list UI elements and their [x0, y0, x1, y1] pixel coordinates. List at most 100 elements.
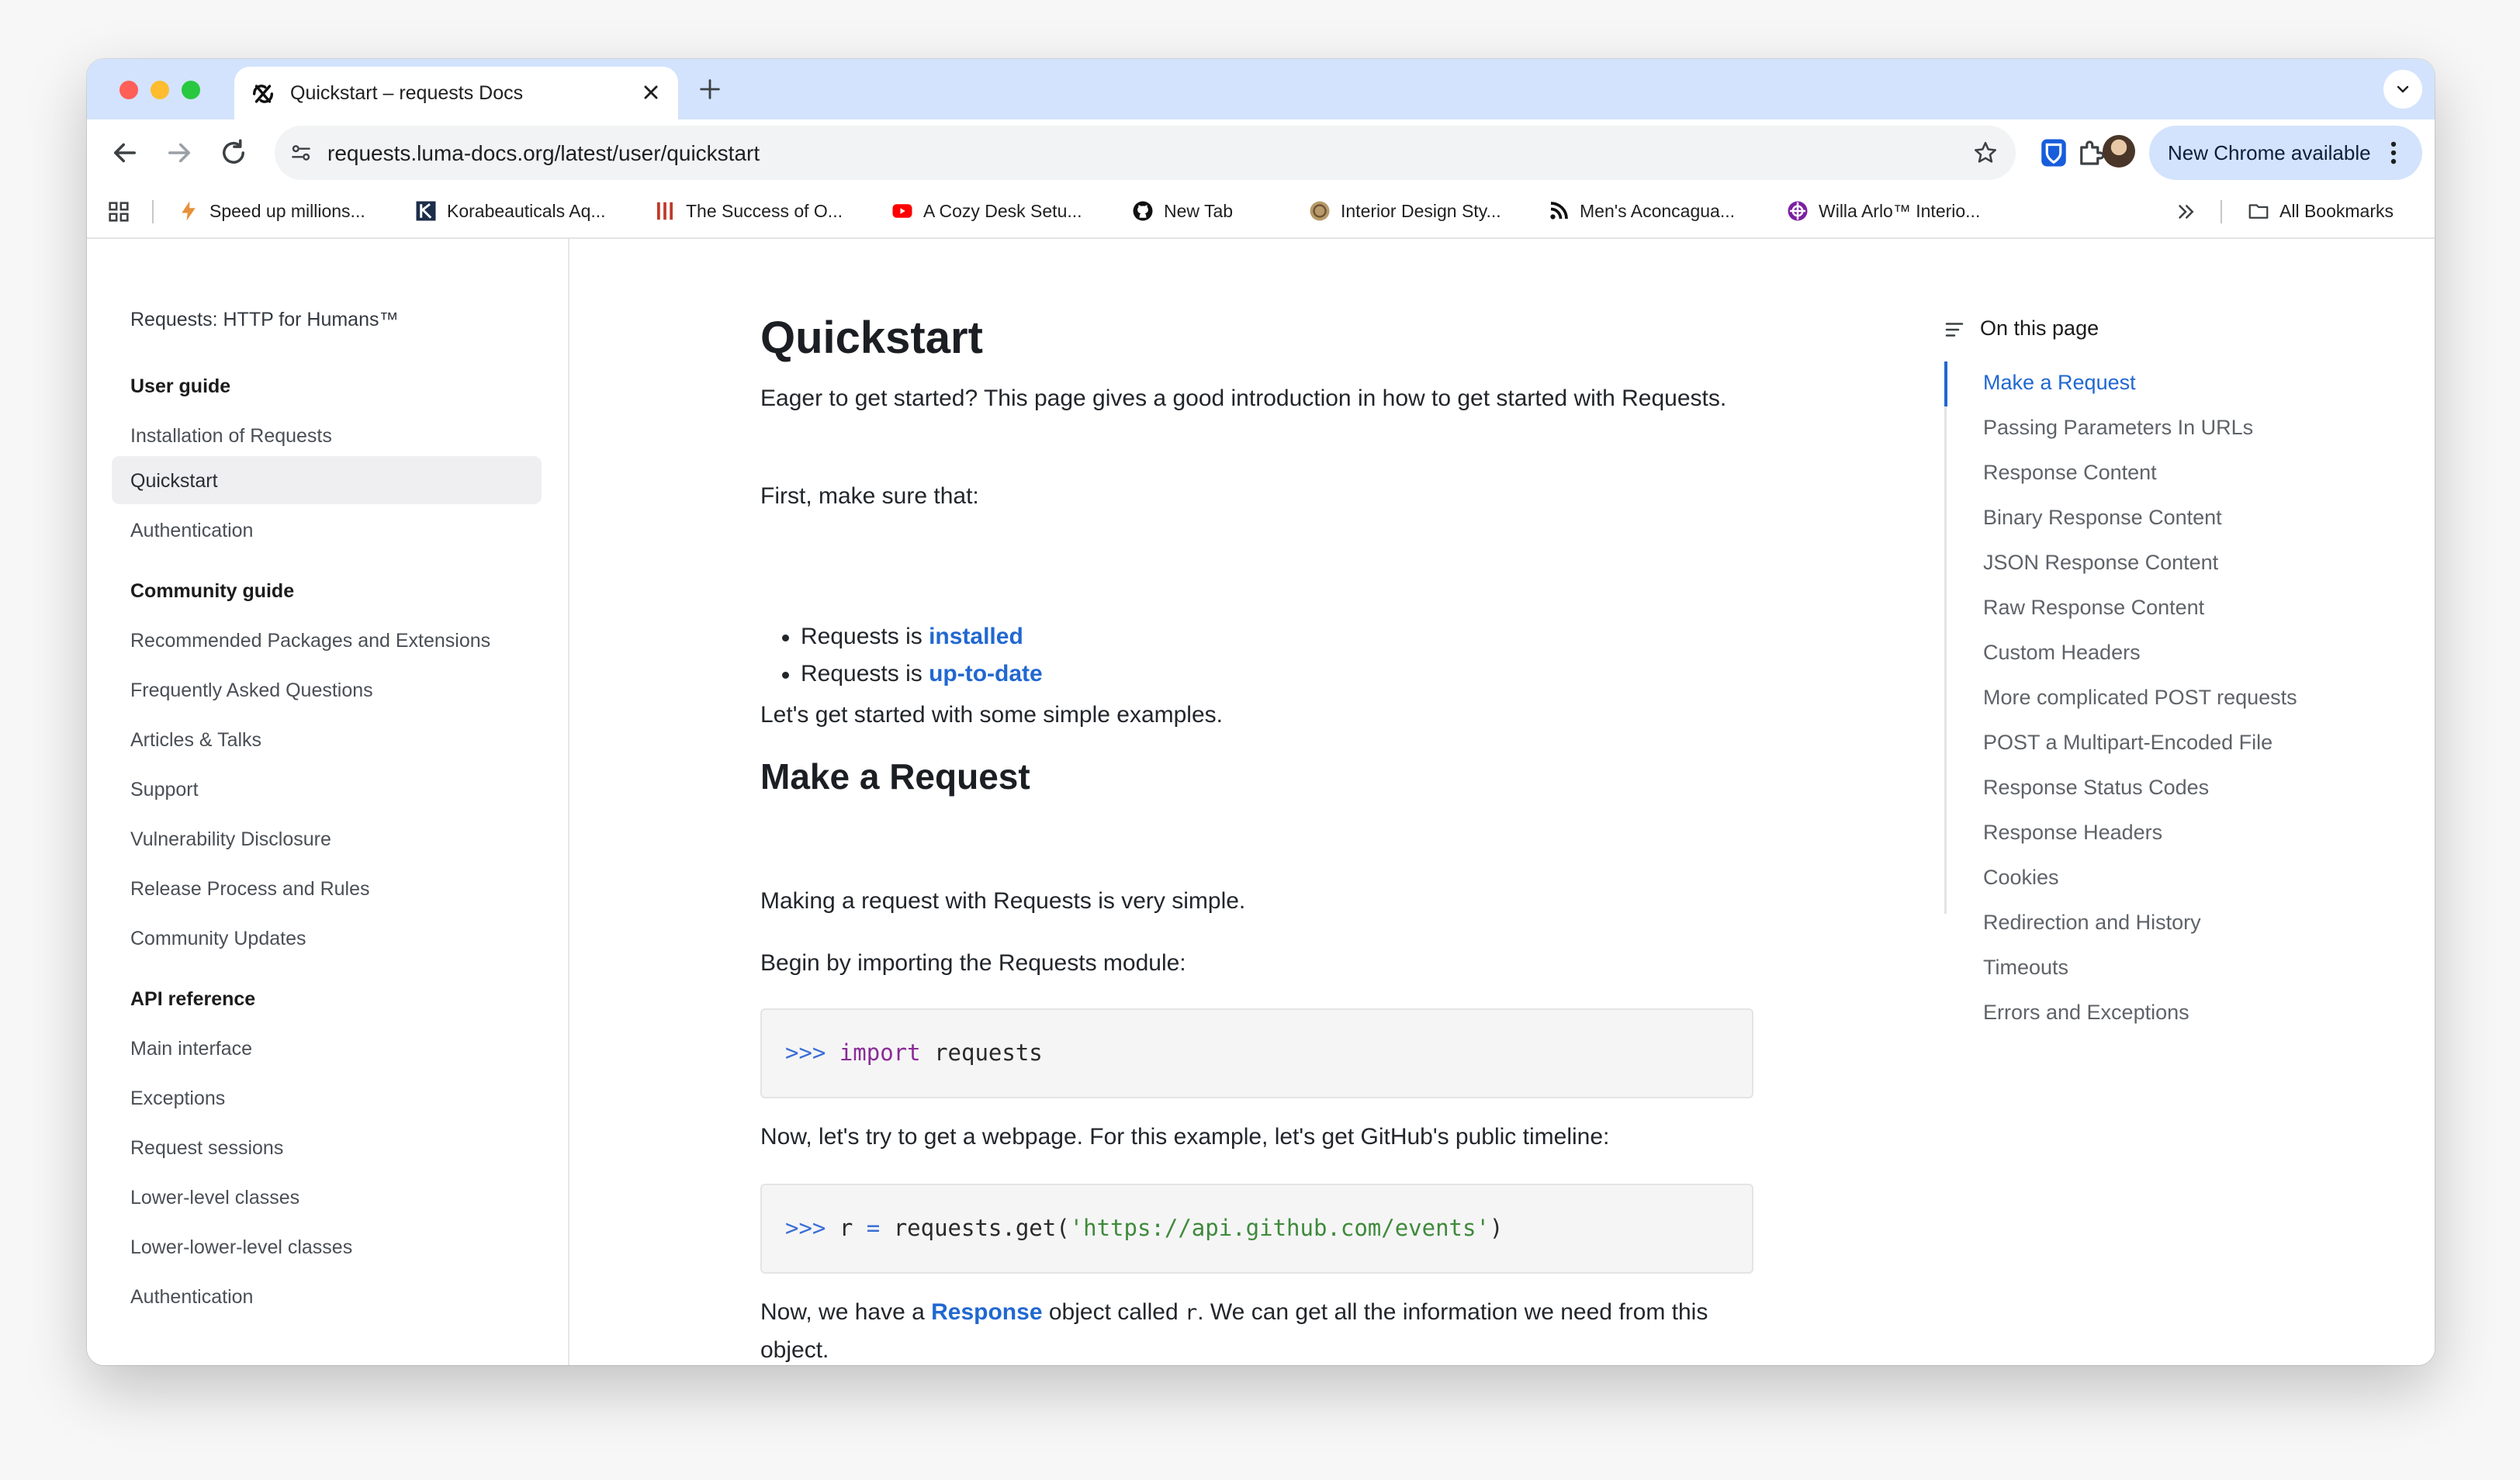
list-item: Requests is up-to-date — [782, 661, 1043, 686]
code-block-get[interactable]: >>> r = requests.get('https://api.github… — [760, 1184, 1753, 1274]
intro-paragraph: Eager to get started? This page gives a … — [760, 386, 1727, 411]
sidebar-item-exceptions[interactable]: Exceptions — [130, 1088, 225, 1110]
all-bookmarks-button[interactable]: All Bookmarks — [2247, 197, 2394, 225]
toc-item-response-content[interactable]: Response Content — [1983, 461, 2157, 485]
bookmark-star-icon[interactable] — [1972, 140, 1999, 166]
bookmark-item[interactable]: Men's Aconcagua... — [1547, 197, 1735, 225]
bookmark-item[interactable]: Speed up millions... — [177, 197, 365, 225]
sidebar-item-lower-level-classes[interactable]: Lower-level classes — [130, 1187, 299, 1209]
bookmarks-bar: Speed up millions... Korabeauticals Aq..… — [87, 186, 2435, 239]
youtube-icon — [892, 204, 912, 218]
bookmark-label: The Success of O... — [686, 200, 843, 221]
bookmarks-overflow-icon[interactable] — [2174, 200, 2197, 223]
minimize-window-button[interactable] — [151, 81, 169, 99]
sidebar-item-release-process[interactable]: Release Process and Rules — [130, 878, 370, 901]
new-chrome-available-button[interactable]: New Chrome available — [2149, 126, 2422, 180]
close-window-button[interactable] — [119, 81, 138, 99]
sidebar-item-lower-lower-level-classes[interactable]: Lower-lower-level classes — [130, 1236, 352, 1259]
bookmark-label: Interior Design Sty... — [1341, 200, 1501, 221]
tab-title: Quickstart – requests Docs — [290, 82, 524, 104]
profile-avatar[interactable] — [2103, 135, 2135, 168]
installed-link[interactable]: installed — [929, 624, 1023, 649]
tab-quickstart[interactable]: Quickstart – requests Docs — [234, 67, 678, 119]
sidebar-item-request-sessions[interactable]: Request sessions — [130, 1137, 283, 1160]
toc-item-response-headers[interactable]: Response Headers — [1983, 821, 2162, 845]
folder-icon — [2248, 204, 2269, 219]
forward-arrow-icon[interactable] — [163, 137, 196, 169]
url-text: requests.luma-docs.org/latest/user/quick… — [327, 141, 760, 165]
sidebar-item-main-interface[interactable]: Main interface — [130, 1038, 252, 1060]
section-heading-make-a-request: Make a Request — [760, 756, 1030, 797]
sidebar-item-support[interactable]: Support — [130, 779, 199, 801]
response-link[interactable]: Response — [931, 1299, 1042, 1325]
toc-active-indicator — [1944, 361, 1947, 406]
sidebar-item-installation[interactable]: Installation of Requests — [130, 425, 332, 448]
making-request-paragraph: Making a request with Requests is very s… — [760, 888, 1246, 914]
round-logo-icon — [1310, 201, 1330, 221]
tab-search-button[interactable] — [2383, 70, 2422, 109]
simple-examples-paragraph: Let's get started with some simple examp… — [760, 702, 1223, 728]
bookmark-item[interactable]: Korabeauticals Aq... — [414, 197, 606, 225]
reload-icon[interactable] — [217, 137, 250, 169]
sidebar-item-vulnerability[interactable]: Vulnerability Disclosure — [130, 828, 331, 851]
bookmarks-divider — [2221, 200, 2222, 223]
toolbar: requests.luma-docs.org/latest/user/quick… — [87, 119, 2435, 186]
list-lines-icon — [1945, 323, 1964, 337]
sidebar-item-community-updates[interactable]: Community Updates — [130, 928, 306, 950]
page-content: Requests: HTTP for Humans™ User guide In… — [87, 239, 2435, 1365]
apps-grid-icon[interactable] — [106, 199, 132, 225]
bookmark-label: Willa Arlo™ Interio... — [1819, 200, 1981, 221]
bookmark-item[interactable]: The Success of O... — [653, 197, 843, 225]
on-this-page-toc: On this page Make a Request Passing Para… — [1943, 239, 2408, 1365]
sidebar-heading-user-guide: User guide — [130, 375, 231, 397]
begin-import-paragraph: Begin by importing the Requests module: — [760, 950, 1186, 976]
bookmark-item[interactable]: Interior Design Sty... — [1308, 197, 1501, 225]
sidebar-heading-api-reference: API reference — [130, 988, 256, 1010]
toc-item-timeouts[interactable]: Timeouts — [1983, 956, 2068, 980]
bookmark-item[interactable]: Willa Arlo™ Interio... — [1786, 197, 1980, 225]
k-logo-icon — [416, 201, 436, 221]
sidebar-item-articles-talks[interactable]: Articles & Talks — [130, 729, 261, 752]
bitwarden-extension-icon[interactable] — [2037, 137, 2070, 169]
toc-item-status-codes[interactable]: Response Status Codes — [1983, 776, 2209, 800]
toc-title: On this page — [1980, 316, 2099, 340]
address-bar[interactable]: requests.luma-docs.org/latest/user/quick… — [275, 126, 2016, 180]
docs-brand-link[interactable]: Requests: HTTP for Humans™ — [130, 309, 398, 331]
toc-item-errors[interactable]: Errors and Exceptions — [1983, 1001, 2189, 1025]
bookmark-label: Men's Aconcagua... — [1580, 200, 1736, 221]
update-label: New Chrome available — [2168, 141, 2371, 164]
lightning-icon — [182, 201, 196, 221]
sidebar-item-recommended-packages[interactable]: Recommended Packages and Extensions — [130, 630, 490, 652]
bookmark-item[interactable]: New Tab — [1131, 197, 1233, 225]
bookmark-label: Speed up millions... — [209, 200, 365, 221]
toc-item-binary-response[interactable]: Binary Response Content — [1983, 506, 2222, 530]
docs-sidebar: Requests: HTTP for Humans™ User guide In… — [87, 239, 569, 1365]
code-block-import[interactable]: >>> import requests — [760, 1008, 1753, 1098]
globe-logo-icon — [1788, 201, 1808, 221]
new-tab-icon[interactable] — [697, 76, 723, 102]
all-bookmarks-label: All Bookmarks — [2279, 200, 2394, 221]
sidebar-item-authentication[interactable]: Authentication — [130, 520, 253, 542]
sidebar-item-faq[interactable]: Frequently Asked Questions — [130, 679, 373, 702]
toc-rail — [1944, 361, 1947, 914]
sidebar-heading-community-guide: Community guide — [130, 580, 295, 602]
back-arrow-icon[interactable] — [109, 137, 141, 169]
zoom-window-button[interactable] — [182, 81, 200, 99]
up-to-date-link[interactable]: up-to-date — [929, 661, 1043, 686]
toc-item-raw-response[interactable]: Raw Response Content — [1983, 596, 2204, 620]
sidebar-item-api-authentication[interactable]: Authentication — [130, 1286, 253, 1309]
response-paragraph: Now, we have a Response object called r.… — [760, 1299, 1708, 1363]
bookmark-item[interactable]: A Cozy Desk Setu... — [891, 197, 1082, 225]
site-info-icon[interactable] — [289, 140, 313, 165]
toc-item-multipart-file[interactable]: POST a Multipart-Encoded File — [1983, 731, 2272, 755]
toc-item-custom-headers[interactable]: Custom Headers — [1983, 641, 2141, 665]
sidebar-item-quickstart[interactable]: Quickstart — [130, 470, 218, 493]
toc-item-make-a-request[interactable]: Make a Request — [1983, 371, 2136, 395]
toc-item-complicated-post[interactable]: More complicated POST requests — [1983, 686, 2297, 710]
page-title: Quickstart — [760, 313, 983, 363]
close-tab-icon[interactable] — [638, 79, 664, 105]
toc-item-json-response[interactable]: JSON Response Content — [1983, 551, 2218, 575]
toc-item-passing-parameters[interactable]: Passing Parameters In URLs — [1983, 416, 2253, 440]
toc-item-redirection[interactable]: Redirection and History — [1983, 911, 2201, 935]
toc-item-cookies[interactable]: Cookies — [1983, 866, 2059, 890]
